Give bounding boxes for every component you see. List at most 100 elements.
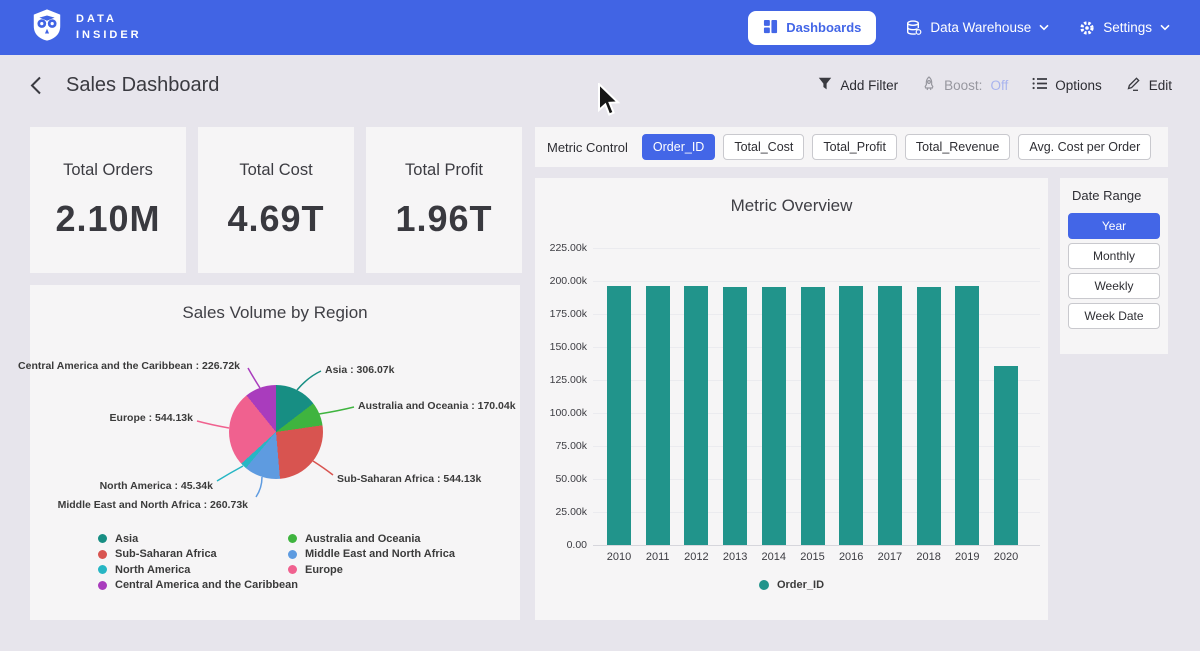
date-range-year-button[interactable]: Year — [1068, 213, 1160, 239]
chevron-down-icon — [1160, 24, 1170, 31]
x-axis-tick: 2014 — [752, 551, 796, 563]
edit-button[interactable]: Edit — [1126, 76, 1172, 94]
metric-control-label: Metric Control — [547, 140, 628, 155]
y-axis-tick: 200.00k — [535, 275, 587, 287]
legend-item: Central America and the Caribbean — [98, 580, 298, 592]
legend-dot — [98, 565, 107, 574]
bar-2013[interactable] — [723, 287, 747, 545]
kpi-value: 1.96T — [395, 198, 492, 240]
pencil-icon — [1126, 76, 1141, 94]
y-axis-tick: 150.00k — [535, 341, 587, 353]
kpi-value: 2.10M — [55, 198, 160, 240]
date-range-label: Date Range — [1072, 188, 1160, 203]
brand-name: DATA INSIDER — [76, 12, 142, 44]
date-range-panel: Date Range Year Monthly Weekly Week Date — [1060, 178, 1168, 354]
boost-toggle[interactable]: Boost: Off — [922, 76, 1008, 94]
pie-chart[interactable] — [229, 385, 323, 479]
header-actions: Add Filter Boost: Off — [818, 76, 1172, 94]
sales-volume-by-region-card: Sales Volume by Region Asia : 306.07k Au… — [30, 285, 520, 620]
legend-dot — [288, 534, 297, 543]
page-header: Sales Dashboard Add Filter — [0, 55, 1200, 115]
y-axis-tick: 175.00k — [535, 308, 587, 320]
y-axis-tick: 125.00k — [535, 374, 587, 386]
pie-label-sub-saharan-africa: Sub-Saharan Africa : 544.13k — [337, 473, 481, 485]
x-axis-tick: 2012 — [674, 551, 718, 563]
bar-2011[interactable] — [646, 286, 670, 545]
pie-label-central-america-caribbean: Central America and the Caribbean : 226.… — [18, 360, 240, 372]
options-button[interactable]: Options — [1032, 77, 1102, 93]
x-axis-tick: 2020 — [984, 551, 1028, 563]
x-axis-tick: 2013 — [713, 551, 757, 563]
y-axis-tick: 75.00k — [535, 440, 587, 452]
metric-chip-avg-cost-per-order[interactable]: Avg. Cost per Order — [1018, 134, 1151, 160]
bar-2016[interactable] — [839, 286, 863, 545]
legend-item: Asia — [98, 533, 298, 545]
legend-item: North America — [98, 564, 298, 576]
bar-legend-label: Order_ID — [777, 579, 824, 591]
pie-label-asia: Asia : 306.07k — [325, 364, 394, 376]
rocket-icon — [922, 76, 936, 94]
metric-control-bar: Metric Control Order_ID Total_Cost Total… — [535, 127, 1168, 167]
x-axis-tick: 2011 — [636, 551, 680, 563]
bar-2015[interactable] — [801, 287, 825, 545]
nav-settings[interactable]: Settings — [1079, 20, 1170, 36]
date-range-weekly-button[interactable]: Weekly — [1068, 273, 1160, 299]
metric-chip-total-cost[interactable]: Total_Cost — [723, 134, 804, 160]
x-axis-tick: 2010 — [597, 551, 641, 563]
pie-label-north-america: North America : 45.34k — [100, 480, 213, 492]
bar-2012[interactable] — [684, 286, 708, 545]
pie-label-europe: Europe : 544.13k — [110, 412, 193, 424]
legend-dot — [288, 565, 297, 574]
y-axis-tick: 225.00k — [535, 242, 587, 254]
nav-data-warehouse[interactable]: Data Warehouse — [906, 20, 1049, 36]
bar-2010[interactable] — [607, 286, 631, 545]
chevron-down-icon — [1039, 24, 1049, 31]
metric-chip-total-revenue[interactable]: Total_Revenue — [905, 134, 1010, 160]
kpi-label: Total Profit — [405, 161, 483, 180]
nav-dashboards-button[interactable]: Dashboards — [748, 11, 876, 45]
gridline — [593, 248, 1040, 249]
bar-2019[interactable] — [955, 286, 979, 545]
metric-chip-total-profit[interactable]: Total_Profit — [812, 134, 897, 160]
legend-item: Europe — [288, 564, 455, 576]
sales-dashboard-page: DATA INSIDER Dashboards — [0, 0, 1200, 651]
y-axis-tick: 0.00 — [535, 539, 587, 551]
kpi-card-total-profit: Total Profit 1.96T — [366, 127, 522, 273]
back-button[interactable] — [28, 74, 44, 97]
x-axis-tick: 2018 — [907, 551, 951, 563]
brand-logo[interactable]: DATA INSIDER — [30, 8, 142, 47]
filter-funnel-icon — [818, 77, 832, 94]
page-title: Sales Dashboard — [66, 74, 219, 97]
y-axis-tick: 100.00k — [535, 407, 587, 419]
legend-item: Australia and Oceania — [288, 533, 455, 545]
x-axis-tick: 2015 — [791, 551, 835, 563]
metric-overview-card: Metric Overview 225.00k200.00k175.00k150… — [535, 178, 1048, 620]
bar-2018[interactable] — [917, 287, 941, 545]
pie-legend-column-1: Asia Sub-Saharan Africa North America Ce… — [98, 533, 298, 591]
nav-menu: Dashboards Data Warehouse — [748, 11, 1170, 45]
add-filter-button[interactable]: Add Filter — [818, 77, 898, 94]
kpi-label: Total Cost — [239, 161, 312, 180]
pie-legend-column-2: Australia and Oceania Middle East and No… — [288, 533, 455, 576]
bar-2017[interactable] — [878, 286, 902, 545]
y-axis-tick: 50.00k — [535, 473, 587, 485]
database-icon — [906, 20, 922, 36]
kpi-label: Total Orders — [63, 161, 153, 180]
gridline — [593, 545, 1040, 546]
x-axis-tick: 2017 — [868, 551, 912, 563]
x-axis-tick: 2019 — [945, 551, 989, 563]
kpi-card-total-cost: Total Cost 4.69T — [198, 127, 354, 273]
legend-dot — [98, 581, 107, 590]
bar-2014[interactable] — [762, 287, 786, 545]
bar-legend-dot — [759, 580, 769, 590]
pie-label-australia-oceania: Australia and Oceania : 170.04k — [358, 400, 516, 412]
date-range-monthly-button[interactable]: Monthly — [1068, 243, 1160, 269]
boost-state: Off — [990, 78, 1008, 93]
y-axis-tick: 25.00k — [535, 506, 587, 518]
bar-2020[interactable] — [994, 366, 1018, 545]
gear-icon — [1079, 20, 1095, 36]
dashboard-grid-icon — [763, 19, 778, 37]
metric-chip-order-id[interactable]: Order_ID — [642, 134, 715, 160]
date-range-week-date-button[interactable]: Week Date — [1068, 303, 1160, 329]
owl-logo-icon — [30, 8, 64, 47]
